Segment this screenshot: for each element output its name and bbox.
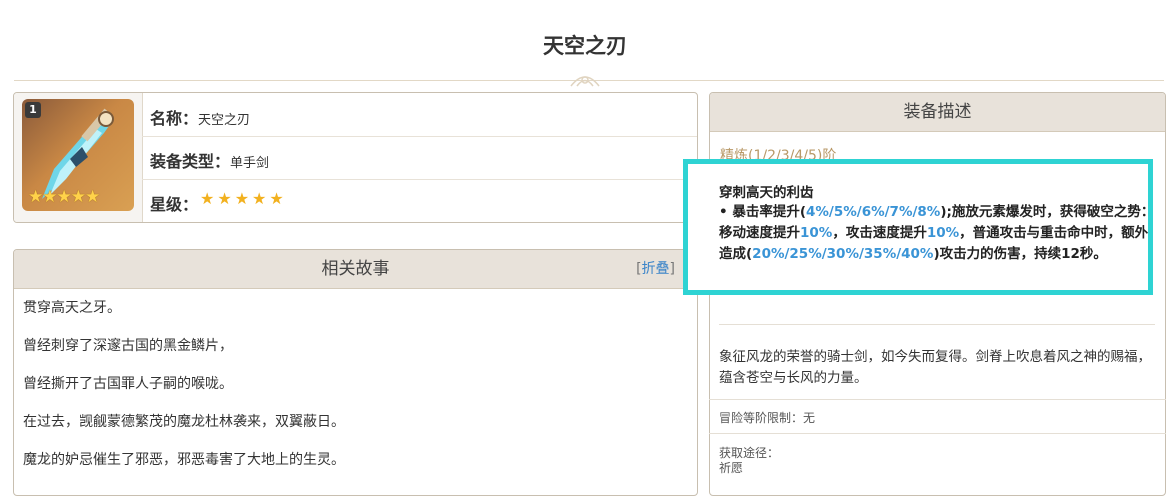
fold-link[interactable]: 折叠	[642, 261, 670, 277]
source-value: 祈愿	[719, 461, 744, 475]
passive-description: • 暴击率提升(4%/5%/6%/7%/8%);施放元素爆发时，获得破空之势：移…	[719, 204, 1155, 262]
rarity-row: 星级： ★★★★★	[142, 179, 697, 222]
description-header: 装备描述	[710, 93, 1165, 132]
ornament-icon	[570, 76, 600, 87]
type-row: 装备类型：单手剑	[142, 136, 697, 180]
story-line: 曾经刺穿了深邃古国的黑金鳞片，	[23, 338, 233, 354]
crit-rate-values: 4%/5%/6%/7%/8%	[806, 204, 941, 220]
story-line: 魔龙的妒忌催生了邪恶，邪恶毒害了大地上的生灵。	[23, 452, 345, 468]
type-label: 装备类型：	[150, 152, 231, 171]
move-speed-value: 10%	[800, 225, 833, 241]
divider	[709, 399, 1166, 400]
thumb-rarity-stars: ★★★★★	[28, 187, 100, 207]
name-row: 名称：天空之刃	[142, 93, 697, 137]
story-panel: 相关故事 [折叠] 贯穿高天之牙。 曾经刺穿了深邃古国的黑金鳞片， 曾经撕开了古…	[13, 249, 698, 496]
rarity-stars: ★★★★★	[200, 189, 287, 208]
story-line: 在过去，觊觎蒙德繁茂的魔龙杜林袭来，双翼蔽日。	[23, 414, 345, 430]
sword-icon: 1 ★★★★★	[22, 99, 134, 211]
story-line: 曾经撕开了古国罪人子嗣的喉咙。	[23, 376, 233, 392]
story-title: 相关故事	[321, 259, 390, 279]
fold-toggle[interactable]: [折叠]	[636, 250, 675, 288]
rarity-label: 星级：	[150, 195, 199, 214]
divider	[719, 324, 1155, 325]
type-value: 单手剑	[230, 156, 270, 171]
passive-title: 穿刺高天的利齿	[719, 185, 814, 201]
extra-dmg-values: 20%/25%/30%/35%/40%	[752, 246, 934, 262]
divider	[709, 433, 1166, 434]
story-line: 贯穿高天之牙。	[23, 300, 121, 316]
weapon-lore: 象征风龙的荣誉的骑士剑，如今失而复得。剑脊上吹息着风之神的赐福，蕴含苍空与长风的…	[719, 349, 1151, 386]
page-title: 天空之刃	[543, 34, 627, 58]
atk-speed-value: 10%	[926, 225, 960, 241]
name-value: 天空之刃	[198, 113, 251, 128]
name-label: 名称：	[150, 109, 199, 128]
weapon-info-card: 1 ★★★★★ 名称：天空之刃 装备类型：单手剑 星级： ★★★★★	[13, 92, 698, 223]
weapon-thumbnail: 1 ★★★★★	[14, 93, 143, 222]
story-header: 相关故事 [折叠]	[14, 250, 697, 289]
level-limit: 冒险等阶限制：无	[719, 411, 816, 425]
refine-level-badge: 1	[25, 102, 41, 118]
